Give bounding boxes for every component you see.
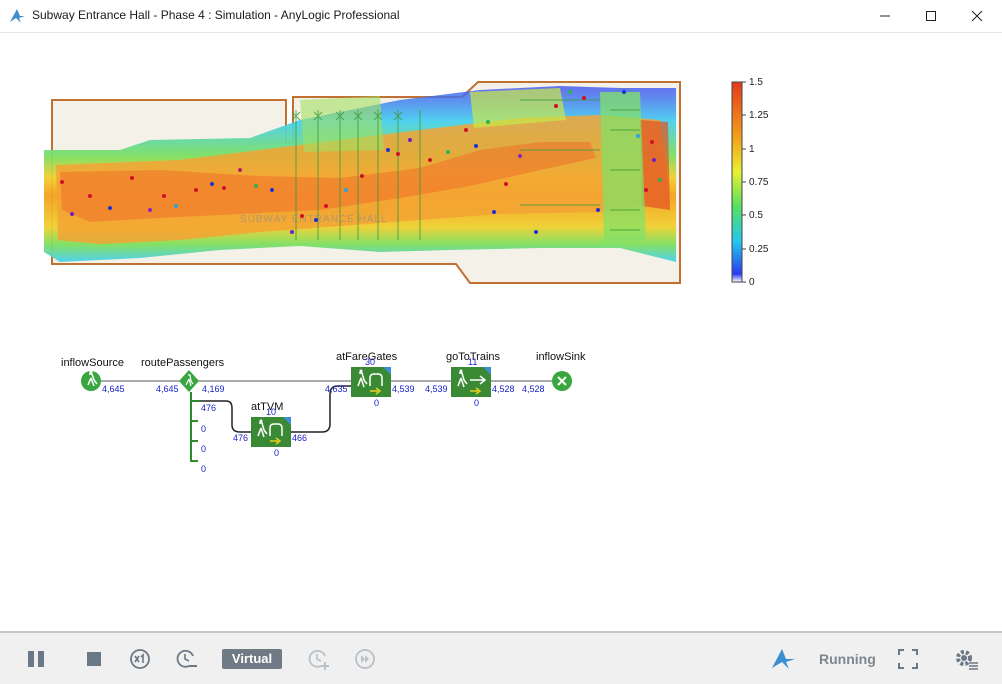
stop-icon <box>87 652 101 666</box>
count-bottom: 0 <box>374 398 379 408</box>
move-to-icon <box>451 367 491 397</box>
block-inflow-sink[interactable]: inflowSink 4,528 <box>522 351 586 394</box>
count-out: 4,528 <box>492 384 515 394</box>
count-out: 466 <box>292 433 307 443</box>
block-go-to-trains[interactable]: goToTrains 11 4,539 4,528 0 <box>425 351 515 408</box>
count-in: 4,528 <box>522 384 545 394</box>
slower-icon <box>176 649 197 668</box>
count-in: 4,645 <box>156 384 179 394</box>
maximize-icon <box>926 11 936 21</box>
density-legend: 1.5 1.25 1 0.75 0.5 0.25 0 <box>731 77 769 288</box>
count-top: 30 <box>365 357 375 367</box>
legend-tick: 0.5 <box>749 210 763 221</box>
count-in: 4,635 <box>325 384 348 394</box>
settings-button[interactable] <box>953 647 978 671</box>
count-top: 11 <box>468 357 477 367</box>
block-route-passengers[interactable]: routePassengers 4,645 4,169 476 0 0 0 <box>141 357 225 474</box>
speed-x1-button[interactable] <box>129 647 153 671</box>
anylogic-logo <box>770 647 795 671</box>
count-bottom: 0 <box>474 398 479 408</box>
run-until-icon <box>355 649 375 669</box>
block-at-tvm[interactable]: atTVM 10 476 466 0 <box>233 401 307 458</box>
speed-x1-icon <box>130 649 150 669</box>
legend-tick: 1.5 <box>749 77 763 88</box>
layout-label: SUBWAY ENTRANCE HALL <box>240 214 388 225</box>
block-inflow-source[interactable]: inflowSource 4,645 <box>61 357 125 394</box>
run-until-button[interactable] <box>354 647 378 671</box>
block-label: routePassengers <box>141 357 225 369</box>
count-out: 0 <box>201 464 206 474</box>
block-at-fare-gates[interactable]: atFareGates 30 4,635 4,539 0 <box>325 351 415 408</box>
legend-tick: 0 <box>749 277 755 288</box>
service-icon <box>351 367 391 397</box>
slower-button[interactable] <box>175 647 199 671</box>
count-out: 4,169 <box>202 384 225 394</box>
legend-tick: 0.25 <box>749 244 769 255</box>
run-status: Running <box>819 651 876 667</box>
count-in: 4,539 <box>425 384 448 394</box>
settings-icon <box>956 650 978 670</box>
count-out: 0 <box>201 424 206 434</box>
stop-button[interactable] <box>83 647 107 671</box>
fullscreen-icon <box>898 649 918 669</box>
block-label: inflowSink <box>536 351 586 363</box>
count-top: 10 <box>266 407 276 417</box>
anylogic-logo-icon <box>772 649 795 669</box>
pause-icon <box>28 651 44 667</box>
count-bottom: 0 <box>274 448 279 458</box>
service-icon <box>251 417 291 447</box>
count-out: 4,539 <box>392 384 415 394</box>
faster-icon <box>308 649 329 670</box>
legend-tick: 0.75 <box>749 177 769 188</box>
simulation-control-bar: Virtual Running <box>0 631 1002 684</box>
anylogic-app-icon <box>10 9 25 23</box>
legend-tick: 1.25 <box>749 110 769 121</box>
count-out: 4,645 <box>102 384 125 394</box>
fullscreen-button[interactable] <box>896 647 920 671</box>
close-button[interactable] <box>954 0 1000 32</box>
minimize-icon <box>880 15 890 17</box>
title-bar: Subway Entrance Hall - Phase 4 : Simulat… <box>0 0 1002 33</box>
model-view: SUBWAY ENTRANCE HALL 1.5 1.25 1 0.75 0.5… <box>44 77 769 474</box>
minimize-button[interactable] <box>862 0 908 32</box>
simulation-canvas[interactable]: SUBWAY ENTRANCE HALL 1.5 1.25 1 0.75 0.5… <box>0 33 1002 631</box>
window-title: Subway Entrance Hall - Phase 4 : Simulat… <box>32 8 400 22</box>
count-out: 476 <box>201 403 216 413</box>
count-out: 0 <box>201 444 206 454</box>
close-icon <box>971 10 983 22</box>
faster-button[interactable] <box>307 647 331 671</box>
block-label: inflowSource <box>61 357 124 369</box>
virtual-time-toggle[interactable]: Virtual <box>222 649 282 669</box>
pause-button[interactable] <box>25 647 49 671</box>
maximize-button[interactable] <box>908 0 954 32</box>
legend-tick: 1 <box>749 144 755 155</box>
count-in: 476 <box>233 433 248 443</box>
